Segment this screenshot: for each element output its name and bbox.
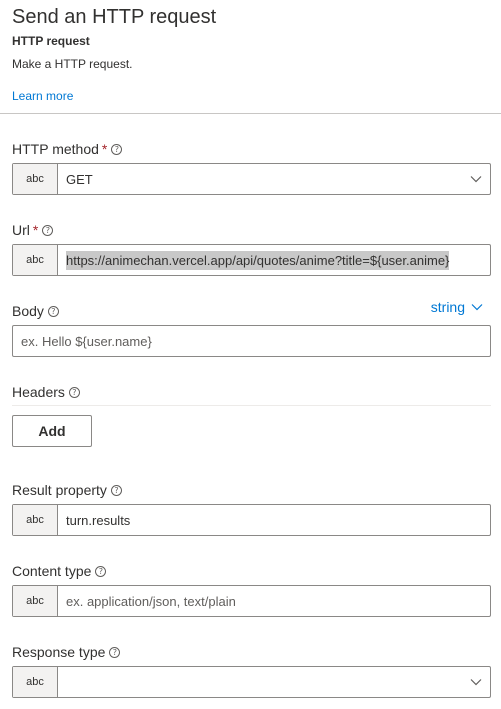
chevron-down-icon[interactable] [462,667,490,697]
help-circle-icon[interactable]: ? [42,224,54,236]
url-value: https://animechan.vercel.app/api/quotes/… [66,250,450,270]
body-type-toggle[interactable]: string [431,299,483,315]
headers-divider [12,405,491,406]
panel-title: Send an HTTP request [12,6,217,28]
header-divider [0,113,501,114]
type-badge: abc [13,245,58,275]
panel-subtitle: HTTP request [12,34,90,48]
content-type-label: Content type ? [12,563,107,579]
help-circle-icon[interactable]: ? [95,565,107,577]
url-input[interactable]: abc https://animechan.vercel.app/api/quo… [12,244,491,276]
body-placeholder: ex. Hello ${user.name} [21,333,152,349]
content-type-input[interactable]: abc ex. application/json, text/plain [12,585,491,617]
body-type-label: string [430,299,465,315]
response-type-label: Response type ? [12,644,121,660]
required-mark: * [32,222,39,238]
type-badge: abc [13,505,58,535]
url-label: Url * ? [12,222,54,238]
required-mark: * [101,141,108,157]
http-method-dropdown[interactable]: abc GET [12,163,491,195]
type-badge: abc [13,586,58,616]
help-circle-icon[interactable]: ? [47,305,59,317]
help-circle-icon[interactable]: ? [68,386,80,398]
http-method-value: GET [66,171,93,187]
result-property-value: turn.results [66,512,131,528]
result-property-label: Result property ? [12,482,122,498]
content-type-placeholder: ex. application/json, text/plain [66,593,236,609]
chevron-down-icon [471,304,483,311]
help-circle-icon[interactable]: ? [109,646,121,658]
result-property-input[interactable]: abc turn.results [12,504,491,536]
body-label: Body ? [12,303,59,319]
body-input[interactable]: ex. Hello ${user.name} [12,325,491,357]
chevron-down-icon[interactable] [462,164,490,194]
http-method-label: HTTP method * ? [12,141,123,157]
headers-label: Headers ? [12,384,80,400]
panel-description: Make a HTTP request. [12,57,133,71]
type-badge: abc [13,667,58,697]
help-circle-icon[interactable]: ? [111,143,123,155]
response-type-value [58,667,462,697]
add-header-button[interactable]: Add [12,415,92,447]
response-type-dropdown[interactable]: abc [12,666,491,698]
learn-more-link[interactable]: Learn more [12,89,73,103]
type-badge: abc [13,164,58,194]
help-circle-icon[interactable]: ? [110,484,122,496]
